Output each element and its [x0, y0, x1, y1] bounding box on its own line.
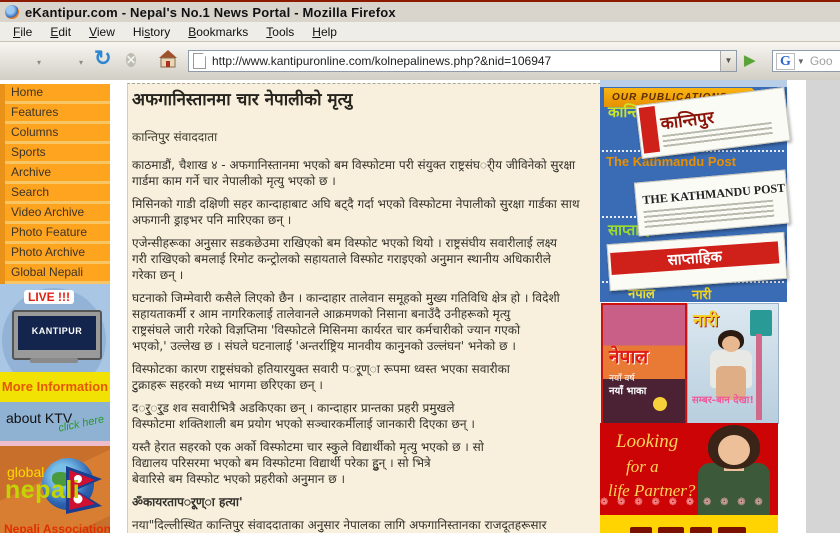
article-line: गरेका छन् ।	[132, 267, 834, 283]
reload-icon: ↻	[94, 47, 112, 70]
article-line: सहायताकर्मी र आम नागरिकलाई तालेवानले आक्…	[132, 306, 834, 322]
more-information-banner[interactable]: More Information	[0, 372, 110, 402]
article-line: भएको,' उल्लेख छ । संघले घटनालाई 'अन्तर्र…	[132, 338, 834, 354]
menu-bookmarks[interactable]: Bookmarks	[179, 23, 257, 41]
article-line: दर्ुर्ुड शव सवारीभित्रै अडकिएका छन् । का…	[132, 400, 834, 416]
menu-help[interactable]: Help	[303, 23, 346, 41]
live-badge: LIVE !!!	[24, 290, 74, 304]
menu-edit[interactable]: Edit	[41, 23, 80, 41]
left-sidebar: HomeFeaturesColumnsSportsArchiveSearchVi…	[0, 80, 110, 533]
navigation-toolbar: ▾ ▾ ↻ ✕ http://www.kantipuronline.com/ko…	[0, 42, 840, 81]
article-line: ॐकायरतापर्ूण्ा हत्या'	[132, 494, 834, 510]
about-ktv-banner[interactable]: about KTV click here	[0, 402, 110, 441]
menu-view[interactable]: View	[80, 23, 124, 41]
article-line: बेवारिसे बम विस्फोट भएको प्रहरीको अनुुमा…	[132, 471, 834, 487]
article-body: काठमाडौं, चैशाख ४ - अफगानिस्तानमा भएको ब…	[132, 157, 834, 540]
menu-file[interactable]: File	[4, 23, 41, 41]
publications-top-strip	[600, 80, 787, 87]
ktv-live-ad[interactable]: LIVE !!! KANTIPUR	[0, 284, 110, 372]
url-bar[interactable]: http://www.kantipuronline.com/kolnepalin…	[188, 50, 737, 72]
page-content: OUR PUBLICATIONS कान्तिपुर The Kathmandu…	[0, 80, 840, 540]
sidebar-item-photo-feature[interactable]: Photo Feature	[5, 224, 110, 244]
article-line: राष्ट्रसंघले जारी गरेको विज्ञप्तिमा 'विस…	[132, 322, 834, 338]
reload-button[interactable]: ↻	[94, 48, 112, 70]
article-line: विद्यालय परिसरमा भएको बम विस्फोटमा विद्य…	[132, 455, 834, 471]
article-line: नया"दिल्लीस्थित कान्तिपु्र संवाददाताका अ…	[132, 517, 834, 533]
window-title: eKantipur.com - Nepal's No.1 News Portal…	[25, 5, 396, 20]
search-box[interactable]: G ▼ Goo	[772, 50, 840, 72]
menu-tools[interactable]: Tools	[257, 23, 303, 41]
bottom-white-strip	[0, 533, 840, 540]
article-paragraph: काठमाडौं, चैशाख ४ - अफगानिस्तानमा भएको ब…	[132, 157, 834, 189]
home-button[interactable]	[158, 49, 178, 74]
article-paragraph: एजेन्सीहरूका अनुुसार सडकछेउमा राखिएको बम…	[132, 235, 834, 283]
tv-stand	[30, 358, 78, 363]
google-logo-icon: G	[776, 53, 795, 70]
article-line: मिसिनको गाडी दक्षिणी सहर कान्दाहाबाट अघि…	[132, 196, 834, 212]
article-byline: कान्तिपु्र संवाददाता	[132, 129, 834, 145]
sidebar-item-archive[interactable]: Archive	[5, 164, 110, 184]
article-line: एजेन्सीहरूका अनुुसार सडकछेउमा राखिएको बम…	[132, 235, 834, 251]
article: अफगानिस्तानमा चार नेपालीको मृत्यु कान्ति…	[132, 88, 834, 540]
nepali-associations-link[interactable]: Nepali Associations	[4, 522, 110, 533]
url-dropdown-icon[interactable]: ▼	[720, 51, 736, 71]
stop-icon: ✕	[126, 53, 136, 67]
article-line: गार्डमा काम गर्ने चार नेपालीको मृत्यु भए…	[132, 173, 834, 189]
url-text[interactable]: http://www.kantipuronline.com/kolnepalin…	[212, 54, 720, 68]
menu-history[interactable]: History	[124, 23, 179, 41]
page-icon	[193, 53, 206, 69]
home-icon	[158, 49, 178, 69]
article-line: विस्फोटका कारण राष्ट्रसंघको हतियारयुुक्त…	[132, 361, 834, 377]
browser-window: eKantipur.com - Nepal's No.1 News Portal…	[0, 0, 840, 540]
search-engine-dropdown-icon[interactable]: ▼	[797, 57, 805, 66]
article-subhead: ॐकायरतापर्ूण्ा हत्या'	[132, 494, 834, 510]
sidebar-item-photo-archive[interactable]: Photo Archive	[5, 244, 110, 264]
kantipur-tv-logo: KANTIPUR	[18, 316, 96, 350]
article-line: घटनाको जिम्मेवारी कसैले लिएको छैन । कान्…	[132, 290, 834, 306]
sidebar-item-search[interactable]: Search	[5, 184, 110, 204]
nepali-word: nepali	[5, 476, 80, 505]
go-icon: ▶	[744, 52, 756, 69]
tv-icon: KANTIPUR	[12, 310, 102, 360]
article-line: यस्तै हेरात सहरको एक अर्को विस्फोटमा चार…	[132, 439, 834, 455]
article-paragraph: घटनाको जिम्मेवारी कसैले लिएको छैन । कान्…	[132, 290, 834, 354]
stop-button[interactable]: ✕	[126, 49, 136, 71]
global-nepali-ad[interactable]: global nepali Nepali Associations	[0, 446, 110, 533]
sidebar-item-columns[interactable]: Columns	[5, 124, 110, 144]
sidebar-item-home[interactable]: Home	[5, 84, 110, 104]
article-line: काठमाडौं, चैशाख ४ - अफगानिस्तानमा भएको ब…	[132, 157, 834, 173]
site-navigation: HomeFeaturesColumnsSportsArchiveSearchVi…	[0, 84, 110, 284]
article-line: गरी राखिएको बमलाई रिमोट कन्ट्रोलको सहायत…	[132, 251, 834, 267]
sidebar-item-global-nepali[interactable]: Global Nepali	[5, 264, 110, 284]
title-bar: eKantipur.com - Nepal's No.1 News Portal…	[0, 2, 840, 23]
search-input[interactable]: Goo	[810, 54, 833, 68]
sidebar-item-video-archive[interactable]: Video Archive	[5, 204, 110, 224]
go-button[interactable]: ▶	[744, 51, 756, 69]
article-title: अफगानिस्तानमा चार नेपालीको मृत्यु	[132, 88, 834, 112]
firefox-icon	[5, 5, 19, 19]
article-line: विस्फोटमा शक्तिशाली बम प्रयोग भएको सञ्चा…	[132, 416, 834, 432]
forward-dropdown-icon[interactable]: ▾	[79, 58, 83, 67]
article-paragraph: मिसिनको गाडी दक्षिणी सहर कान्दाहाबाट अघि…	[132, 196, 834, 228]
back-dropdown-icon[interactable]: ▾	[37, 58, 41, 67]
article-paragraph: यस्तै हेरात सहरको एक अर्को विस्फोटमा चार…	[132, 439, 834, 487]
article-line: अफगानी ड्राइभर पनि मारिएका छन् ।	[132, 212, 834, 228]
article-line: टुुक्राहरू सहरको मध्य भागमा छरिएका छन् ।	[132, 377, 834, 393]
article-paragraph: विस्फोटका कारण राष्ट्रसंघको हतियारयुुक्त…	[132, 361, 834, 393]
sidebar-item-features[interactable]: Features	[5, 104, 110, 124]
sidebar-item-sports[interactable]: Sports	[5, 144, 110, 164]
menu-bar: FileEditViewHistoryBookmarksToolsHelp	[0, 22, 840, 42]
article-paragraph: दर्ुर्ुड शव सवारीभित्रै अडकिएका छन् । का…	[132, 400, 834, 432]
